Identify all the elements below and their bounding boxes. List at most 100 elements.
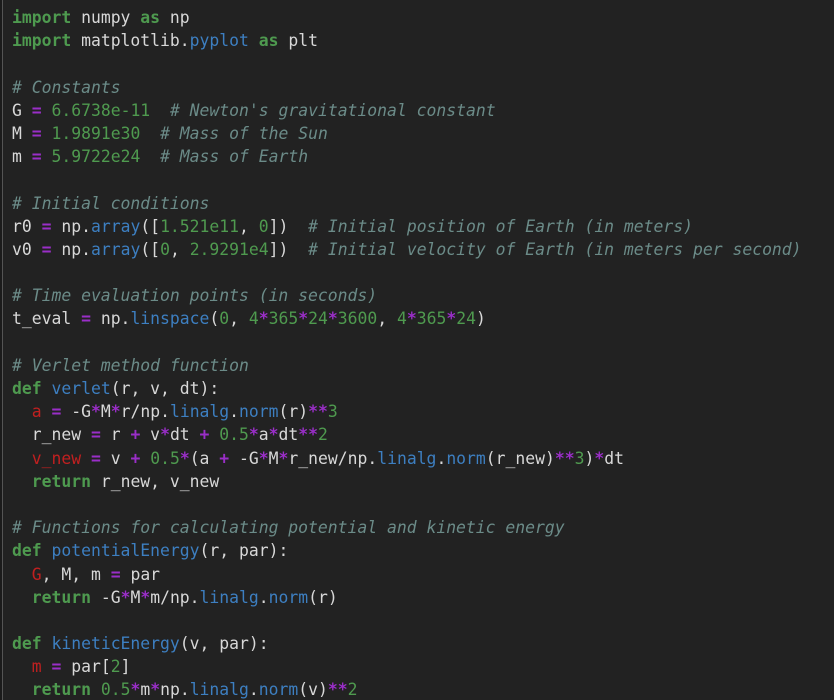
code-token: * <box>446 309 457 329</box>
code-token: (v, par): <box>179 634 269 654</box>
code-token: 24 <box>308 309 328 329</box>
code-token: m/np. <box>150 587 200 607</box>
code-token: * <box>327 309 338 329</box>
code-token: 5.9722e24 <box>51 147 141 167</box>
code-line[interactable]: # Constants <box>0 76 834 99</box>
code-token: array <box>90 216 141 236</box>
code-line[interactable]: return 0.5*m*np.linalg.norm(v)**2 <box>0 678 834 700</box>
code-token: linalg <box>377 448 437 468</box>
code-token: v <box>100 448 131 468</box>
code-line[interactable]: # Functions for calculating potential an… <box>0 516 834 539</box>
code-line[interactable]: import numpy as np <box>0 6 834 29</box>
code-line[interactable]: r0 = np.array([1.521e11, 0]) # Initial p… <box>0 215 834 238</box>
code-line[interactable]: def kineticEnergy(v, par): <box>0 632 834 655</box>
code-line[interactable]: # Initial conditions <box>0 192 834 215</box>
code-token: norm <box>446 448 486 468</box>
code-token: , M, m <box>41 564 111 584</box>
code-token: 4 <box>248 309 259 329</box>
code-line[interactable]: t_eval = np.linspace(0, 4*365*24*3600, 4… <box>0 307 834 330</box>
code-token: 0.5 <box>150 448 180 468</box>
code-token: r0 <box>12 216 42 236</box>
code-token: , <box>229 309 249 329</box>
code-token: 0.5 <box>100 680 131 700</box>
code-token: = <box>31 147 42 167</box>
code-line[interactable]: # Time evaluation points (in seconds) <box>0 284 834 307</box>
code-line[interactable] <box>0 168 834 191</box>
code-token: = <box>51 657 62 677</box>
code-line[interactable]: def potentialEnergy(r, par): <box>0 539 834 562</box>
code-token: = <box>81 309 91 329</box>
code-token: ** <box>308 402 328 422</box>
code-token: (r) <box>308 587 338 607</box>
code-token: 0 <box>219 309 230 329</box>
code-line[interactable] <box>0 609 834 632</box>
code-token: * <box>278 448 289 468</box>
code-token: m <box>31 657 42 677</box>
code-line[interactable]: return -G*M*m/np.linalg.norm(r) <box>0 586 834 609</box>
code-token: 3 <box>327 402 338 422</box>
code-token: np. <box>90 309 131 329</box>
code-token: = <box>31 123 42 143</box>
code-line[interactable]: return r_new, v_new <box>0 470 834 493</box>
code-line[interactable]: G = 6.6738e-11 # Newton's gravitational … <box>0 99 834 122</box>
code-token: dt <box>169 425 200 445</box>
code-line[interactable] <box>0 52 834 75</box>
code-line[interactable]: def verlet(r, v, dt): <box>0 377 834 400</box>
code-line[interactable]: a = -G*M*r/np.linalg.norm(r)**3 <box>0 400 834 423</box>
code-line[interactable]: M = 1.9891e30 # Mass of the Sun <box>0 122 834 145</box>
code-token: 24 <box>456 309 476 329</box>
code-token: * <box>258 309 269 329</box>
code-token: 4 <box>396 309 407 329</box>
code-token: * <box>160 425 170 445</box>
code-token: * <box>110 402 121 422</box>
code-line[interactable]: G, M, m = par <box>0 563 834 586</box>
code-line[interactable]: v_new = v + 0.5*(a + -G*M*r_new/np.linal… <box>0 447 834 470</box>
code-token: # Mass of Earth <box>160 147 309 167</box>
code-token: v0 <box>12 239 42 259</box>
code-line[interactable]: m = par[2] <box>0 655 834 678</box>
code-line[interactable] <box>0 261 834 284</box>
code-line[interactable]: m = 5.9722e24 # Mass of Earth <box>0 145 834 168</box>
code-token: r <box>100 425 131 445</box>
code-line[interactable]: v0 = np.array([0, 2.9291e4]) # Initial v… <box>0 238 834 261</box>
code-line[interactable]: import matplotlib.pyplot as plt <box>0 29 834 52</box>
code-editor[interactable]: import numpy as np import matplotlib.pypl… <box>0 0 834 700</box>
code-token: a <box>31 402 42 422</box>
code-token: * <box>120 587 131 607</box>
code-token: numpy <box>71 8 141 27</box>
code-token: # Newton's gravitational constant <box>169 100 496 120</box>
code-token: linalg <box>189 680 249 700</box>
code-line[interactable] <box>0 493 834 516</box>
code-token: dt <box>278 425 299 445</box>
code-token: linspace <box>130 309 210 329</box>
code-token: * <box>406 309 417 329</box>
code-token: par[ <box>61 657 111 677</box>
code-line[interactable] <box>0 331 834 354</box>
code-token: = <box>90 425 101 445</box>
code-token: , <box>169 239 190 259</box>
code-token: # Verlet method function <box>12 355 249 375</box>
code-token: 2 <box>347 680 358 700</box>
code-token: m <box>12 147 32 167</box>
code-line[interactable]: # Verlet method function <box>0 354 834 377</box>
code-token: (v) <box>298 680 328 700</box>
code-token: . <box>248 680 259 700</box>
code-token: (r, v, dt): <box>110 379 220 398</box>
code-token: ([ <box>140 216 161 236</box>
code-token: * <box>258 448 269 468</box>
code-token: * <box>130 680 141 700</box>
code-line-list[interactable]: import numpy as np import matplotlib.pypl… <box>0 0 834 700</box>
code-token: * <box>298 309 309 329</box>
code-token: # Functions for calculating potential an… <box>12 518 565 538</box>
code-line[interactable]: r_new = r + v*dt + 0.5*a*dt**2 <box>0 423 834 446</box>
code-token: * <box>140 587 151 607</box>
code-token: v_new <box>31 448 82 468</box>
code-token: m <box>140 680 151 700</box>
